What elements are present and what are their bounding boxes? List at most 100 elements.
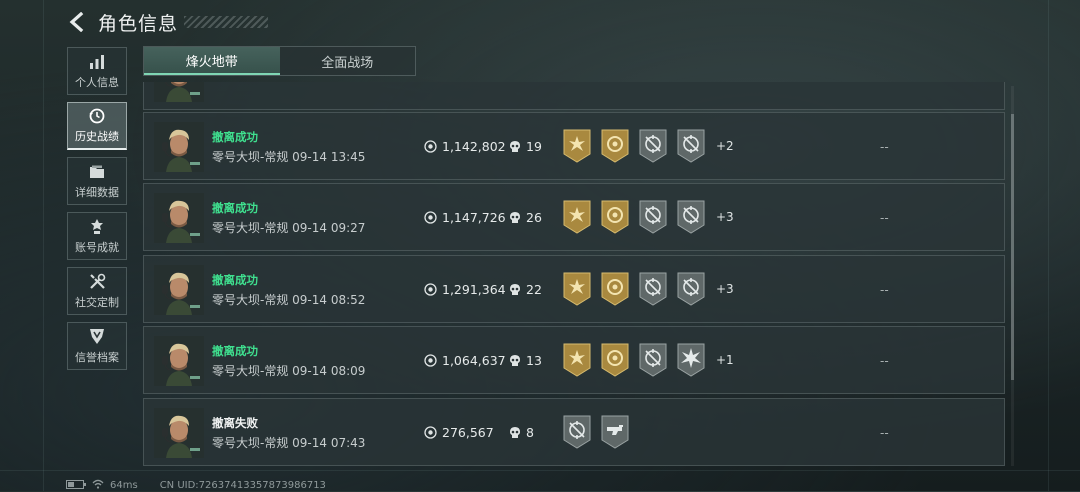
list-item[interactable]: 撤离失败 零号大坝-常规 09-14 07:43 276,567 8 -- (143, 398, 1005, 466)
placeholder-dash: -- (880, 211, 889, 225)
kill-count: 22 (509, 282, 542, 297)
kill-count-text: 26 (526, 210, 542, 225)
placeholder-dash: -- (880, 426, 889, 440)
loot-value-text: 1,142,802 (442, 139, 506, 154)
avatar (154, 336, 204, 386)
medal-badge-icon[interactable] (638, 129, 668, 163)
sidebar-nav: 个人信息 历史战绩 详细数据 账号成就 社交定制 信誉档案 (67, 47, 129, 377)
list-item[interactable]: 撤离成功零号大坝-常规 09-14 08:09 1,064,637 13 +1 -- (143, 326, 1005, 394)
medal-badge-icon[interactable] (676, 343, 706, 377)
kill-count: 19 (509, 139, 542, 154)
list-item[interactable]: 撤离成功 零号大坝-常规 09-14 08:52 1,291,364 22 +3 -- (143, 255, 1005, 323)
skull-icon (509, 211, 521, 224)
coin-icon (424, 140, 437, 153)
medal-badge-icon[interactable] (562, 415, 592, 449)
sidebar-item-details[interactable]: 详细数据 (67, 157, 127, 205)
sidebar-item-achievements[interactable]: 账号成就 (67, 212, 127, 260)
folder-icon (88, 163, 106, 181)
sidebar-item-profile[interactable]: 个人信息 (67, 47, 127, 95)
loot-value-text: 1,291,364 (442, 282, 506, 297)
tools-icon (88, 273, 106, 291)
list-item[interactable]: 撤离成功 零号大坝-常规 09-14 13:45 1,142,802 19 +2 -- (143, 112, 1005, 180)
more-medals-count[interactable]: +3 (716, 210, 734, 224)
scrollbar-thumb[interactable] (1011, 114, 1014, 380)
medal-badge-icon[interactable] (562, 272, 592, 306)
kill-count-text: 13 (526, 353, 542, 368)
wifi-icon (92, 479, 104, 492)
map-and-time: 零号大坝-常规 09-14 08:09 (212, 364, 366, 378)
kill-count: 8 (509, 425, 534, 440)
bar-chart-icon (88, 53, 106, 71)
medal-badge-icon[interactable] (638, 343, 668, 377)
medal-badge-icon[interactable] (562, 200, 592, 234)
coin-icon (424, 354, 437, 367)
medal-list (562, 415, 638, 449)
skull-icon (509, 426, 521, 439)
loot-value: 1,142,802 (424, 139, 506, 154)
skull-icon (509, 354, 521, 367)
medal-badge-icon[interactable] (600, 200, 630, 234)
map-and-time: 零号大坝-常规 09-14 09:27 (212, 221, 366, 235)
avatar (154, 193, 204, 243)
sidebar-item-label: 历史战绩 (75, 130, 119, 143)
loot-value-text: 1,147,726 (442, 210, 506, 225)
mode-tabs: 烽火地带 全面战场 (143, 46, 416, 76)
sidebar-item-label: 账号成就 (75, 240, 119, 254)
sidebar-item-label: 信誉档案 (75, 350, 119, 364)
sidebar-item-history[interactable]: 历史战绩 (67, 102, 127, 150)
coin-icon (424, 283, 437, 296)
loot-value: 1,147,726 (424, 210, 506, 225)
kill-count: 13 (509, 353, 542, 368)
skull-icon (509, 140, 521, 153)
map-and-time: 零号大坝-常规 09-14 08:52 (212, 293, 366, 307)
match-history-list[interactable]: 撤离成功 零号大坝-常规 09-14 13:45 1,142,802 19 +2 -- 撤离… (143, 82, 1006, 470)
sidebar-item-social[interactable]: 社交定制 (67, 267, 127, 315)
more-medals-count[interactable]: +2 (716, 139, 734, 153)
list-item-partial[interactable] (143, 82, 1005, 110)
placeholder-dash: -- (880, 140, 889, 154)
list-item[interactable]: 撤离成功 零号大坝-常规 09-14 09:27 1,147,726 26 +3 -- (143, 183, 1005, 251)
medal-badge-icon[interactable] (562, 129, 592, 163)
placeholder-dash: -- (880, 354, 889, 368)
avatar (154, 122, 204, 172)
medal-list: +2 (562, 129, 734, 163)
ping-readout: 64ms (110, 480, 138, 491)
shield-icon (88, 328, 106, 346)
medal-badge-icon[interactable] (600, 415, 630, 449)
tab-full-battlefield[interactable]: 全面战场 (280, 47, 416, 75)
medal-badge-icon[interactable] (600, 343, 630, 377)
sidebar-item-reputation[interactable]: 信誉档案 (67, 322, 127, 370)
title-decoration (184, 16, 269, 28)
medal-list: +3 (562, 200, 734, 234)
sidebar-item-label: 个人信息 (75, 75, 119, 89)
page-header: 角色信息 (66, 8, 269, 36)
battery-icon (66, 479, 86, 492)
tab-hazard-zone[interactable]: 烽火地带 (144, 47, 280, 75)
extraction-result: 撤离失败 (212, 416, 258, 430)
extraction-result: 撤离成功 (212, 344, 258, 358)
history-icon (88, 107, 106, 125)
medal-badge-icon[interactable] (600, 272, 630, 306)
medal-badge-icon[interactable] (676, 200, 706, 234)
medal-badge-icon[interactable] (562, 343, 592, 377)
page-title: 角色信息 (98, 12, 179, 35)
more-medals-count[interactable]: +1 (716, 353, 734, 367)
map-and-time: 零号大坝-常规 09-14 07:43 (212, 436, 366, 450)
avatar (154, 82, 204, 102)
medal-badge-icon[interactable] (676, 129, 706, 163)
loot-value: 1,064,637 (424, 353, 506, 368)
avatar (154, 408, 204, 458)
medal-badge-icon[interactable] (600, 129, 630, 163)
coin-icon (424, 426, 437, 439)
avatar (154, 265, 204, 315)
back-arrow-icon[interactable] (66, 11, 88, 33)
loot-value: 1,291,364 (424, 282, 506, 297)
loot-value-text: 1,064,637 (442, 353, 506, 368)
medal-badge-icon[interactable] (676, 272, 706, 306)
map-and-time: 零号大坝-常规 09-14 13:45 (212, 150, 366, 164)
medal-badge-icon[interactable] (638, 272, 668, 306)
medal-badge-icon[interactable] (638, 200, 668, 234)
medal-list: +1 (562, 343, 734, 377)
skull-icon (509, 283, 521, 296)
more-medals-count[interactable]: +3 (716, 282, 734, 296)
